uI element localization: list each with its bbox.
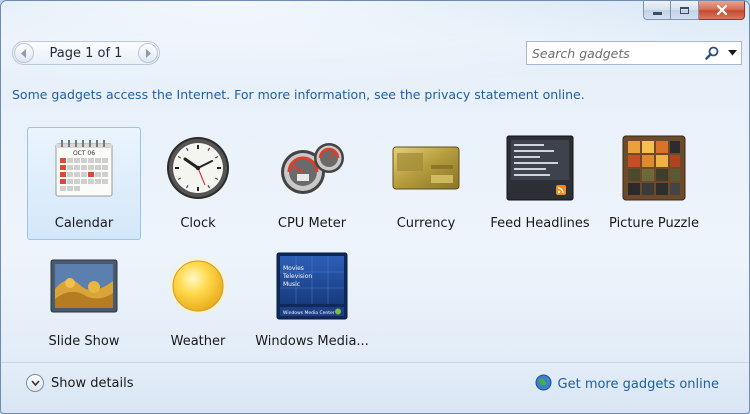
media-item-text: Music [283,281,300,288]
windows-media-center-icon: Movies Television Music Windows Media Ce… [272,251,352,321]
search-input[interactable] [527,42,701,64]
search-box [526,41,742,65]
gadget-label: Weather [170,334,226,349]
get-more-gadgets-label: Get more gadgets online [557,377,719,392]
gadget-label: Picture Puzzle [609,216,699,231]
gadget-label: CPU Meter [277,216,347,231]
gadget-weather[interactable]: Weather [141,245,255,358]
gadget-label: Feed Headlines [490,216,590,231]
footer-bar: Show details Get more gadgets online [1,362,749,413]
next-page-button[interactable] [137,43,158,63]
weather-icon [158,251,238,321]
chevron-right-icon [145,48,151,58]
chevron-left-icon [21,48,26,58]
maximize-button[interactable] [671,1,699,20]
show-details-label: Show details [51,375,134,391]
gadget-label: Slide Show [48,334,120,349]
calendar-month-text: OCT 06 [73,150,95,157]
calendar-icon: OCT 06 [44,133,124,203]
clock-icon [158,133,238,203]
page-indicator: Page 1 of 1 [49,45,123,61]
gadget-label: Calendar [54,216,114,231]
chevron-down-circle-icon [26,374,44,392]
slide-show-icon [44,251,124,321]
gadget-feed-headlines[interactable]: Feed Headlines [483,127,597,240]
gadget-currency[interactable]: Currency [369,127,483,240]
search-dropdown-button[interactable] [723,50,741,56]
gadget-picture-puzzle[interactable]: Picture Puzzle [597,127,711,240]
chevron-down-icon [727,50,737,56]
picture-puzzle-icon [614,133,694,203]
media-bar-text: Windows Media Center [283,310,335,316]
cpu-meter-icon [272,133,352,203]
caption-buttons [643,1,745,20]
previous-page-button[interactable] [14,43,34,63]
media-item-text: Movies [283,265,304,272]
close-button[interactable] [699,1,745,20]
gadget-windows-media-center[interactable]: Movies Television Music Windows Media Ce… [255,245,369,358]
gadget-cpu-meter[interactable]: CPU Meter [255,127,369,240]
gadget-label: Clock [180,216,216,231]
show-details-button[interactable]: Show details [26,374,134,392]
maximize-icon [680,6,689,14]
gadget-clock[interactable]: Clock [141,127,255,240]
minimize-icon [652,11,662,15]
get-more-gadgets-link[interactable]: Get more gadgets online [535,374,719,395]
page-navigator: Page 1 of 1 [12,41,160,65]
close-icon [716,5,727,15]
currency-icon [386,133,466,203]
gadget-label: Windows Media... [255,334,369,349]
privacy-notice-link[interactable]: Some gadgets access the Internet. For mo… [12,87,585,102]
minimize-button[interactable] [643,1,671,20]
gadget-calendar[interactable]: OCT 06 Calendar [27,127,141,240]
feed-headlines-icon [500,133,580,203]
gadget-gallery-window: Page 1 of 1 Some gadgets access the Inte… [0,0,750,414]
search-icon[interactable] [701,46,723,60]
gadget-label: Currency [396,216,456,231]
gadget-slide-show[interactable]: Slide Show [27,245,141,358]
media-item-text: Television [282,273,312,280]
globe-icon [535,374,552,395]
